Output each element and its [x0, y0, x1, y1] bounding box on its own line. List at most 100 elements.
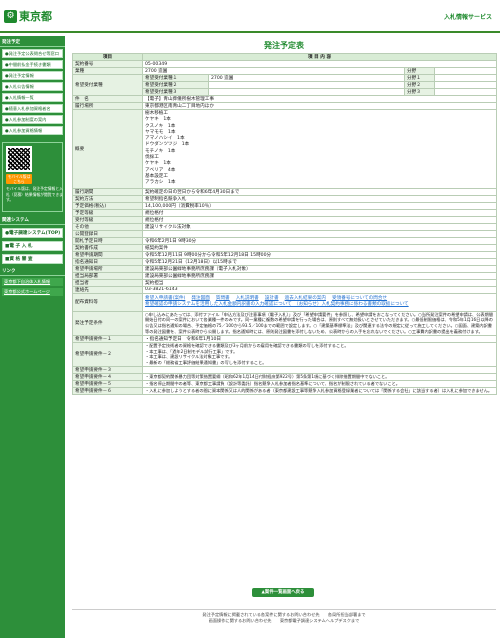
back-to-list-button[interactable]: ▲案件一覧画面へ戻る: [252, 588, 314, 597]
mobile-promo[interactable]: モバイル版はこちら モバイル版は、発注予定情報と入札（見積）結果情報が閲覧できま…: [2, 142, 63, 212]
kibo-kyoku-value: 建設局東部公園緑地事務所庶務課（電子入札対象）: [142, 264, 497, 273]
kikan-label: 履行期間: [72, 187, 143, 196]
kibo3-value: [208, 88, 405, 96]
links-head: リンク: [0, 267, 65, 276]
youken-no: 希望申請要件－２: [72, 341, 143, 367]
kibo1-value: 2700 造園: [208, 74, 405, 82]
youken-no: 希望申請要件－３: [72, 365, 143, 374]
sidebar-link[interactable]: ●中間前払金手続き書類: [2, 60, 63, 69]
sidebar-head: 発注予定: [0, 38, 65, 47]
hoho-label: 契約方法: [72, 194, 143, 203]
bunya3-label: 分野３: [404, 88, 435, 96]
bunya-label: 分野: [404, 67, 435, 75]
renraku-label: 連絡先: [72, 285, 143, 294]
sidebar: 発注予定 ●発注予定公表問合せ等窓口 ●中間前払金手続き書類 ●発注予定情報 ●…: [0, 36, 65, 638]
gaiyo-label: 概要: [72, 109, 143, 189]
haifu-link[interactable]: 受領番号についての問合せ: [332, 296, 387, 301]
youken-text: ・東京都契約関係暴力団等対策措置要綱（昭和62年1月14日付財経庶第922号）第…: [142, 372, 497, 381]
tanto-value: 建設局東部公園緑地事務所庶務課: [142, 271, 497, 280]
sidebar-link[interactable]: ●発注予定公表問合せ等窓口: [2, 49, 63, 58]
haifu-link[interactable]: 設計書: [265, 296, 279, 301]
qr-code-icon: [6, 146, 32, 172]
sonota-label: その他: [72, 222, 143, 231]
yotei-label: 予定価格(税込): [72, 201, 143, 210]
haifu-link[interactable]: 過去入札結果の案内: [285, 296, 326, 301]
page-title: 発注予定表: [264, 41, 304, 50]
kibo-uke-value: 令和5年12月11日 9時00分から令和5年12月18日 15時00分: [142, 250, 497, 259]
gyoshu-value: 2700 造園: [142, 67, 405, 75]
youken-text: ・指名通知予定日 令和6年1月10日: [142, 334, 497, 343]
haifu-link[interactable]: 発注図面: [191, 296, 209, 301]
juryo-value: 規位格付: [142, 215, 497, 224]
renraku-value: 03-3821-6143: [142, 285, 497, 294]
qualification-button[interactable]: ■資 格 審 査: [2, 254, 63, 264]
kaisatsu-label: 開札予定日時: [72, 236, 143, 245]
youken-no: 希望申請要件－６: [72, 386, 143, 395]
kenmei-label: 件 名: [72, 95, 143, 103]
kibo-uke-label: 希望申請期間: [72, 250, 143, 259]
haifu-link[interactable]: 入札説明書: [236, 296, 259, 301]
sidebar-link[interactable]: ●発注予定情報: [2, 71, 63, 80]
joken-value: ○申し込みにあたっては、添付ファイル「申込方法及び注意事項（電子入札）」及び「希…: [142, 310, 497, 336]
row-label: 契約番号: [72, 60, 143, 68]
juryo-label: 受付等級: [72, 215, 143, 224]
basho-label: 履行場所: [72, 102, 143, 110]
bunya2-value: [434, 81, 497, 89]
sidebar-link[interactable]: ●入札公告情報: [2, 82, 63, 91]
gaiyo-value: 樹木移植工 ケヤキ 1本 クスノキ 1本 ヤマモモ 1本 アマノハシイ 1本 ド…: [142, 109, 497, 189]
shimei-value: 令和5年12月21日（12月18日）以15時まで: [142, 257, 497, 266]
sidebar-link[interactable]: ●入札参加制度の案内: [2, 115, 63, 124]
kibo-label: 希望受付業種: [72, 74, 143, 96]
haifu-link[interactable]: 質問書: [216, 296, 230, 301]
row-label: 業種: [72, 67, 143, 75]
hoho-value: 希望制指名競争入札: [142, 194, 497, 203]
service-title: 入札情報サービス: [443, 14, 492, 21]
youken-text: [142, 365, 497, 374]
kokai-value: [142, 229, 497, 238]
tokyo-logo[interactable]: ⚙ 東京都: [4, 8, 52, 24]
sidebar-links: ●発注予定公表問合せ等窓口 ●中間前払金手続き書類 ●発注予定情報 ●入札公告情…: [0, 47, 65, 138]
yotei-value: 14,100,000円（消費税率10％）: [142, 201, 497, 210]
youken2-line: ・最新の「総務省工事評価結果通知書」の写しを添付すること。: [145, 360, 267, 366]
kaisatsu-value: 令和6年2月1日 9時30分: [142, 236, 497, 245]
municipal-bid-link[interactable]: 東京都下自治体入札情報: [2, 278, 63, 286]
e-procurement-top-button[interactable]: ●電子調達システム(TOP): [2, 228, 63, 238]
kessai-label: 契約書作成: [72, 243, 143, 252]
bunya-value: [434, 67, 497, 75]
tanto-label: 担当局部署: [72, 271, 143, 280]
footer-line: 画面操作に関するお問い合わせ先 東京都電子調達システムヘルプデスクまで: [208, 618, 360, 623]
header-item: 項目: [72, 53, 143, 61]
basho-value: 東京都港区南青山二丁目地内ほか: [142, 102, 497, 110]
kenmei-value: 【電子】青山葬儀所樹木管理工事: [142, 95, 497, 103]
sidebar-link[interactable]: ●入札情報一覧: [2, 93, 63, 102]
kibo3-label: 希望受付業種３: [142, 88, 209, 96]
yoken-label: 予定等級: [72, 208, 143, 217]
kibo2-label: 希望受付業種２: [142, 81, 209, 89]
kessai-value: 紙契約案件: [142, 243, 497, 252]
haifu-link[interactable]: 希望入申請書(案件): [145, 296, 185, 301]
youken-no: 希望申請要件－１: [72, 334, 143, 343]
kibo1-label: 希望受付業種１: [142, 74, 209, 82]
kibo-kyoku-label: 希望申請場所: [72, 264, 143, 273]
detail-table: 項目項 目 内 容 契約番号 05-00349 業種 2700 造園 分野 希望受付業…: [72, 53, 497, 395]
yoken-value: 規位格付: [142, 208, 497, 217]
e-bidding-button[interactable]: ■電 子 入 札: [2, 241, 63, 251]
footer: 発注予定情報に掲載されている各案件に関するお問い合わせ先 各局所担当部署まで 画…: [72, 609, 496, 624]
haifu-note-link[interactable]: 希望確認の申請システムを活用した入札金額内訳書の入力確認について （お知らせ）入…: [145, 302, 409, 307]
youken-text: ・入札に参加しようとする者の間に資本関係又は人的関係がある者（東京都建設工事等競…: [142, 386, 497, 395]
system-head: 関連システム: [0, 216, 65, 225]
tantosha-label: 担当者: [72, 278, 143, 287]
kokai-label: 公開登録日: [72, 229, 143, 238]
sidebar-link[interactable]: ●随意入札参加資格者名: [2, 104, 63, 113]
shimei-label: 指名通知日: [72, 257, 143, 266]
sidebar-link[interactable]: ●入札参加資格情報: [2, 126, 63, 135]
bunya1-label: 分野１: [404, 74, 435, 82]
tantosha-value: 契約担当: [142, 278, 497, 287]
contract-no: 05-00349: [142, 60, 497, 68]
haifu-label: 配布資料等: [72, 292, 143, 312]
gaiyo-line: アラカシ 1本: [145, 180, 176, 186]
kibo2-value: [208, 81, 405, 89]
tokyo-official-link[interactable]: 東京都公式ホームページ: [2, 288, 63, 296]
youken-no: 希望申請要件－５: [72, 379, 143, 388]
mobile-badge[interactable]: モバイル版はこちら: [6, 174, 32, 184]
